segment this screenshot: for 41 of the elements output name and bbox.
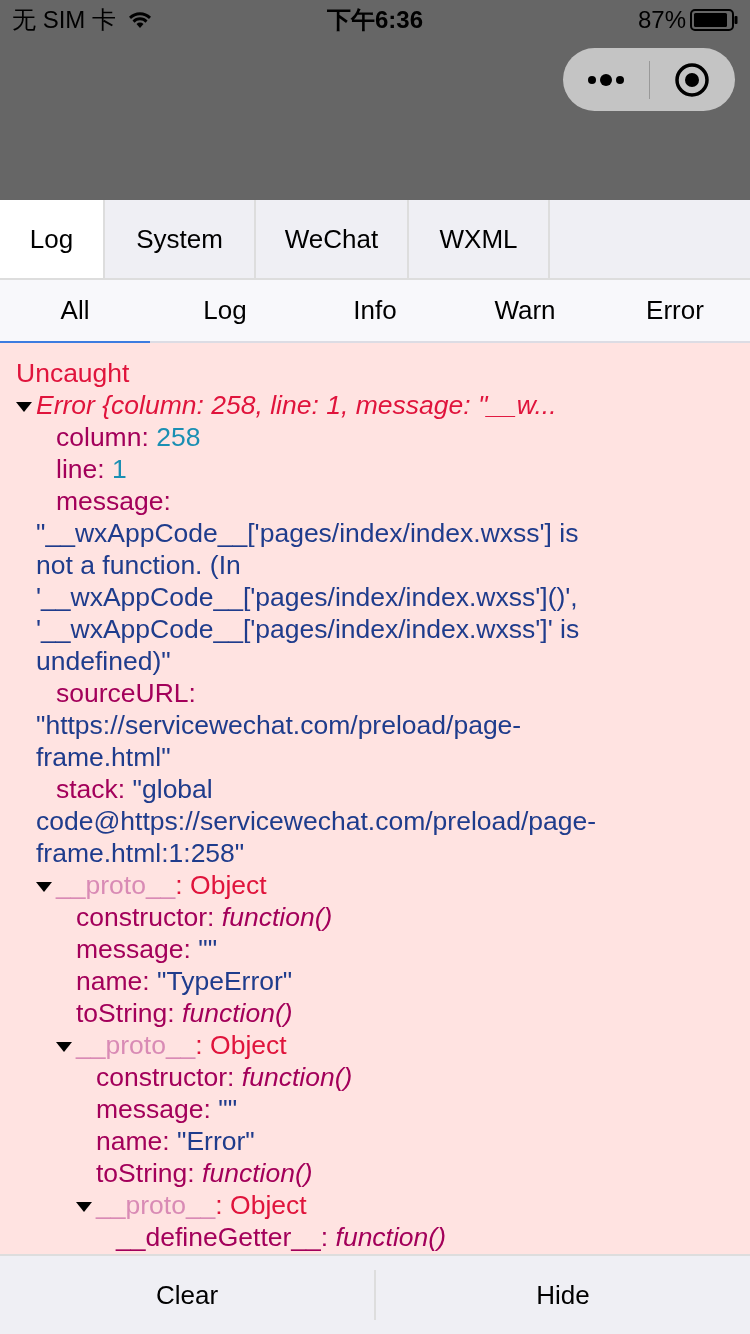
wifi-icon xyxy=(128,11,152,29)
battery-icon xyxy=(690,9,738,31)
property-line: toString: function() xyxy=(75,997,294,1029)
tab[interactable]: Log xyxy=(0,200,105,278)
property-key: __proto__ xyxy=(96,1190,216,1220)
toolbar-button[interactable]: Clear xyxy=(0,1270,376,1320)
carrier-text: 无 SIM 卡 xyxy=(12,5,116,35)
property-line: constructor: function() xyxy=(75,901,334,933)
disclosure-triangle-icon[interactable] xyxy=(76,1202,92,1212)
property-line: __defineGetter__: function() xyxy=(114,1221,447,1253)
disclosure-triangle-icon[interactable] xyxy=(16,402,32,412)
property-line: message: "" xyxy=(95,1093,239,1125)
filter-tab[interactable]: Error xyxy=(600,280,750,343)
property-value: : Object xyxy=(195,1030,287,1060)
property-line: name: "TypeError" xyxy=(75,965,294,997)
filter-tab[interactable]: Log xyxy=(150,280,300,343)
property-line: constructor: function() xyxy=(95,1061,354,1093)
property-line: message: "__wxAppCode__['pages/index/index.wxss'] is not a function. (In '__wxAppCode__['pages/index/index.wxss']()', '__wxAppCode__['pages/index/index.wxss']' is undefined)" xyxy=(36,485,581,677)
error-summary[interactable]: Error {column: 258, line: 1, message: "__w... xyxy=(36,390,557,420)
more-icon xyxy=(585,71,626,88)
filter-tab[interactable]: Warn xyxy=(450,280,600,343)
clock-time: 下午6:36 xyxy=(327,5,423,35)
disclosure-triangle-icon[interactable] xyxy=(36,882,52,892)
property-line: message: "" xyxy=(75,933,219,965)
filter-tab[interactable]: Info xyxy=(300,280,450,343)
property-value: : Object xyxy=(175,870,267,900)
property-line: stack: "global code@https://servicewechat.com/preload/page-frame.html:1:258" xyxy=(36,773,598,869)
filter-tab[interactable]: All xyxy=(0,280,150,343)
target-icon xyxy=(674,61,711,98)
property-line: column: 258 xyxy=(55,421,202,453)
disclosure-triangle-icon[interactable] xyxy=(56,1042,72,1052)
property-line: sourceURL: "https://servicewechat.com/preload/page-frame.html" xyxy=(36,677,523,773)
property-value: : Object xyxy=(215,1190,307,1220)
property-line: name: "Error" xyxy=(95,1125,256,1157)
toolbar-button[interactable]: Hide xyxy=(376,1256,750,1334)
battery-percent: 87% xyxy=(637,6,686,34)
property-key: __proto__ xyxy=(76,1030,196,1060)
error-header: Uncaught xyxy=(15,357,131,389)
property-key: __proto__ xyxy=(56,870,176,900)
property-line: line: 1 xyxy=(55,453,128,485)
property-line: toString: function() xyxy=(95,1157,314,1189)
